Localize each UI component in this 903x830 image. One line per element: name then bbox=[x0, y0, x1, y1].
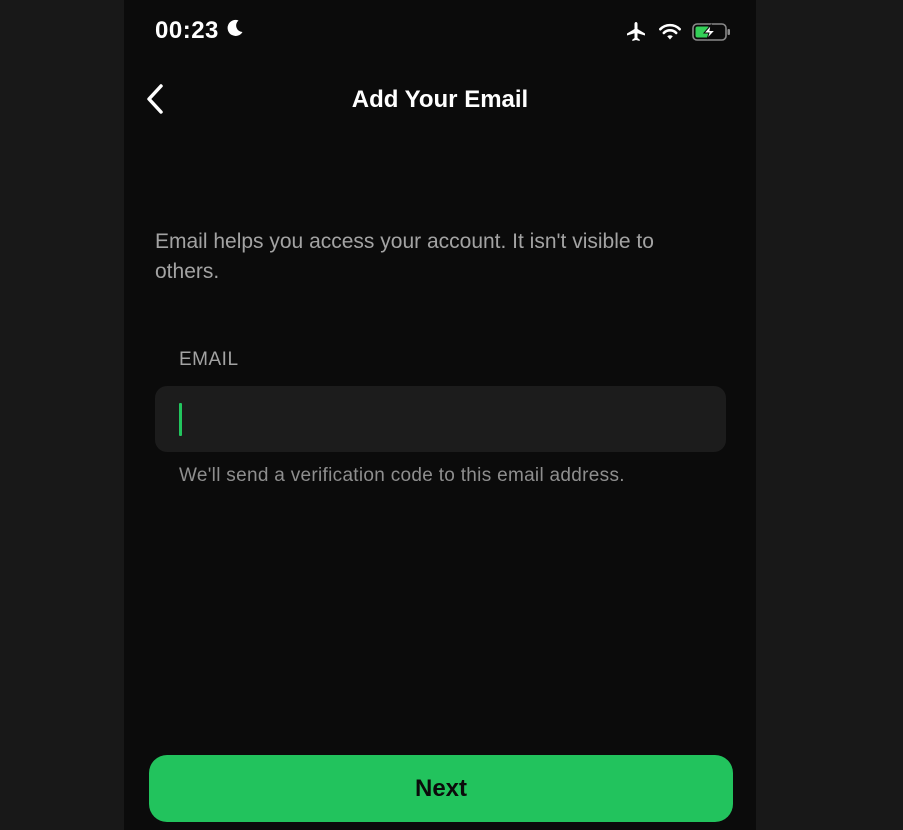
battery-charging-icon bbox=[692, 22, 732, 47]
email-field-label: EMAIL bbox=[179, 349, 239, 370]
email-field-container[interactable] bbox=[155, 386, 726, 452]
next-button[interactable]: Next bbox=[149, 755, 733, 822]
status-bar-icons bbox=[624, 20, 732, 49]
email-helper-text: We'll send a verification code to this e… bbox=[179, 465, 625, 486]
status-bar-time: 00:23 bbox=[155, 17, 245, 45]
email-description: Email helps you access your account. It … bbox=[155, 230, 654, 283]
next-button-label: Next bbox=[414, 774, 468, 802]
airplane-icon bbox=[624, 20, 648, 49]
status-time-text: 00:23 bbox=[155, 17, 219, 44]
email-input[interactable] bbox=[155, 386, 726, 452]
wifi-icon bbox=[658, 22, 682, 47]
add-email-screen: 00:23 Add Your Email Email helps you acc… bbox=[124, 0, 756, 830]
page-title: Add Your Email bbox=[351, 86, 529, 113]
text-cursor bbox=[179, 403, 182, 436]
moon-icon bbox=[225, 17, 245, 45]
